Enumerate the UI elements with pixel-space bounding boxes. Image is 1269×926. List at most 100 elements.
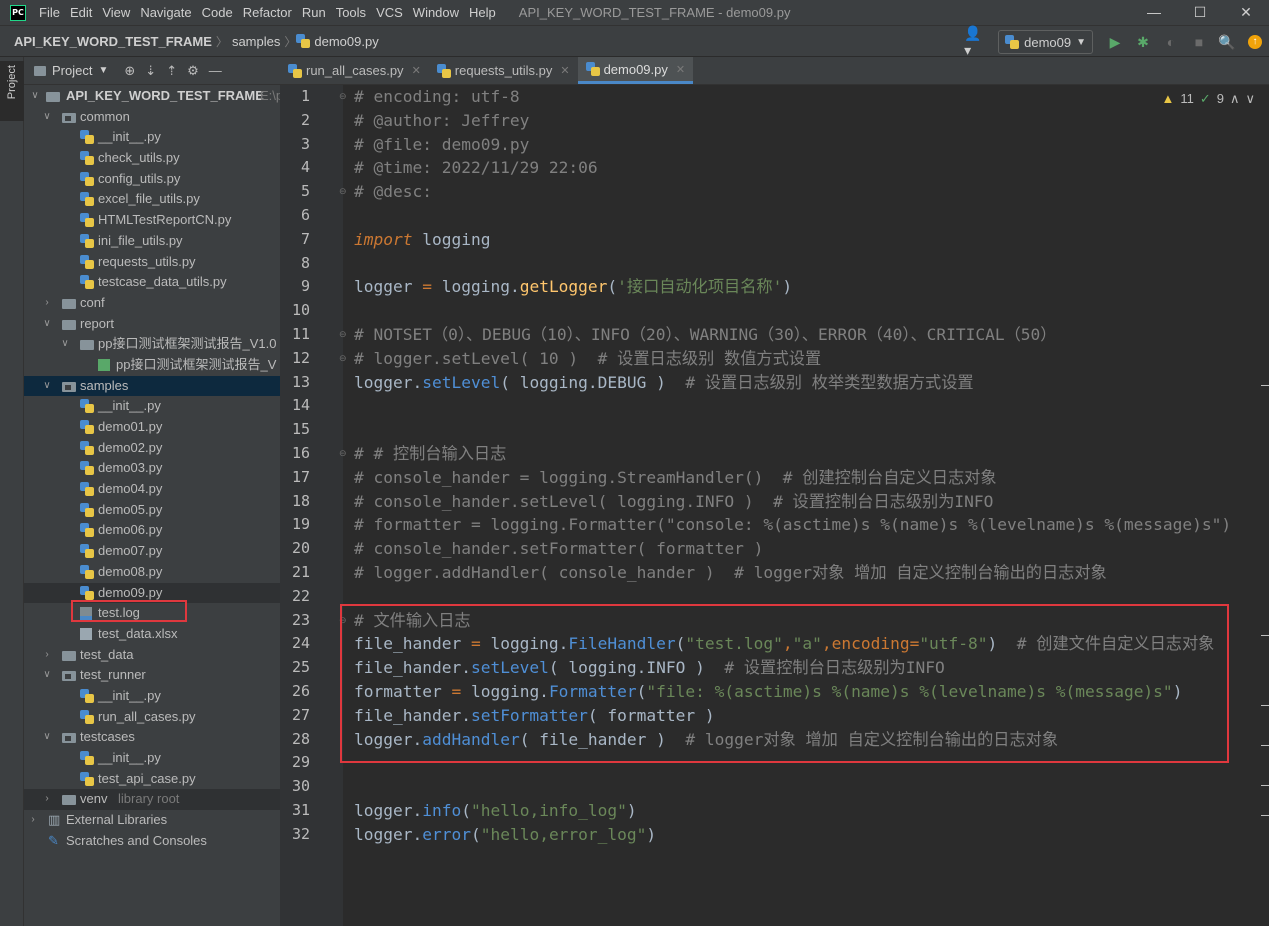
scrollbar-marker[interactable] bbox=[1261, 815, 1269, 816]
code-line[interactable]: # console_hander.setFormatter( formatter… bbox=[354, 537, 763, 561]
tree-folder[interactable]: ∨ testcases bbox=[24, 727, 280, 748]
code-line[interactable]: # @desc: bbox=[354, 180, 432, 204]
tree-file[interactable]: demo05.py bbox=[24, 500, 280, 521]
close-button[interactable]: ✕ bbox=[1223, 0, 1269, 25]
menu-vcs[interactable]: VCS bbox=[371, 0, 408, 25]
tree-folder[interactable]: ∨ report bbox=[24, 314, 280, 335]
code-line[interactable]: # formatter = logging.Formatter("console… bbox=[354, 513, 1231, 537]
chevron-down-icon[interactable]: ▼ bbox=[98, 65, 108, 76]
tree-file[interactable]: demo08.py bbox=[24, 562, 280, 583]
menu-edit[interactable]: Edit bbox=[65, 0, 97, 25]
code-line[interactable]: # console_hander = logging.StreamHandler… bbox=[354, 466, 997, 490]
chevron-up-icon[interactable]: ∧ bbox=[1230, 91, 1240, 107]
breadcrumb-file[interactable]: demo09.py bbox=[310, 34, 382, 49]
scrollbar-marker[interactable] bbox=[1261, 745, 1269, 746]
tree-folder[interactable]: › venv library root bbox=[24, 789, 280, 811]
fold-icon[interactable]: ⊖ bbox=[339, 187, 348, 196]
chevron-down-icon[interactable]: ∨ bbox=[1245, 91, 1255, 107]
scrollbar-marker[interactable] bbox=[1261, 385, 1269, 386]
menu-tools[interactable]: Tools bbox=[331, 0, 371, 25]
menu-navigate[interactable]: Navigate bbox=[135, 0, 196, 25]
breadcrumb-project[interactable]: API_KEY_WORD_TEST_FRAME bbox=[0, 34, 216, 49]
menu-run[interactable]: Run bbox=[297, 0, 331, 25]
code-line[interactable]: logger.info("hello,info_log") bbox=[354, 799, 637, 823]
tree-file[interactable]: ini_file_utils.py bbox=[24, 231, 280, 252]
tree-file[interactable]: demo04.py bbox=[24, 479, 280, 500]
close-icon[interactable]: ✕ bbox=[676, 63, 685, 76]
code-line[interactable]: logger.setLevel( logging.DEBUG ) # 设置日志级… bbox=[354, 371, 974, 395]
fold-icon[interactable]: ⊖ bbox=[339, 449, 348, 458]
collapse-all-icon[interactable]: ⇡ bbox=[166, 63, 177, 79]
tab-run-all-cases-py[interactable]: run_all_cases.py ✕ bbox=[280, 57, 429, 84]
chevron-down-icon[interactable]: ∨ bbox=[42, 727, 52, 748]
chevron-right-icon[interactable]: › bbox=[42, 293, 52, 314]
tree-folder[interactable]: › test_data bbox=[24, 645, 280, 666]
tree-file[interactable]: __init__.py bbox=[24, 396, 280, 417]
project-tool-tab[interactable]: Project bbox=[0, 61, 24, 121]
tree-file[interactable]: test_data.xlsx bbox=[24, 624, 280, 645]
tree-folder[interactable]: ∨ samples bbox=[24, 375, 280, 397]
menu-help[interactable]: Help bbox=[464, 0, 501, 25]
chevron-right-icon[interactable]: › bbox=[42, 789, 52, 810]
fold-icon[interactable]: ⊖ bbox=[339, 92, 348, 101]
chevron-down-icon[interactable]: ∨ bbox=[42, 107, 52, 128]
locate-icon[interactable]: ⊕ bbox=[124, 63, 135, 79]
tree-folder[interactable]: ∨ common bbox=[24, 107, 280, 128]
tree-file[interactable]: demo06.py bbox=[24, 520, 280, 541]
expand-all-icon[interactable]: ⇣ bbox=[145, 63, 156, 79]
run-icon[interactable]: ▶ bbox=[1103, 30, 1127, 54]
chevron-down-icon[interactable]: ∨ bbox=[42, 376, 52, 397]
tree-file[interactable]: __init__.py bbox=[24, 686, 280, 707]
coverage-icon[interactable]: ◐ bbox=[1159, 30, 1183, 54]
debug-icon[interactable]: ✱ bbox=[1131, 30, 1155, 54]
code-line[interactable]: # @file: demo09.py bbox=[354, 133, 529, 157]
tree-file[interactable]: check_utils.py bbox=[24, 148, 280, 169]
project-view-label[interactable]: Project bbox=[52, 63, 92, 78]
user-icon[interactable]: 👤▾ bbox=[964, 25, 988, 58]
tree-file[interactable]: demo07.py bbox=[24, 541, 280, 562]
tab-requests-utils-py[interactable]: requests_utils.py ✕ bbox=[429, 57, 578, 84]
tree-file[interactable]: HTMLTestReportCN.py bbox=[24, 210, 280, 231]
chevron-right-icon[interactable]: › bbox=[28, 810, 38, 831]
tree-file[interactable]: demo02.py bbox=[24, 438, 280, 459]
tree-file[interactable]: excel_file_utils.py bbox=[24, 189, 280, 210]
code-line[interactable]: import logging bbox=[354, 228, 490, 252]
code-editor[interactable]: # encoding: utf-8 ⊖ # @author: Jeffrey # @f… bbox=[339, 85, 1269, 926]
code-line[interactable]: # console_hander.setLevel( logging.INFO … bbox=[354, 490, 993, 514]
breadcrumb-folder[interactable]: samples bbox=[228, 34, 284, 49]
gear-icon[interactable]: ⚙ bbox=[187, 63, 199, 79]
fold-icon[interactable]: ⊖ bbox=[339, 353, 348, 363]
tree-folder[interactable]: ∨ test_runner bbox=[24, 665, 280, 686]
tree-root[interactable]: ∨ API_KEY_WORD_TEST_FRAME E:\p bbox=[24, 86, 280, 107]
close-icon[interactable]: ✕ bbox=[412, 64, 421, 77]
tree-file[interactable]: testcase_data_utils.py bbox=[24, 272, 280, 293]
close-icon[interactable]: ✕ bbox=[560, 64, 569, 77]
tree-file[interactable]: demo03.py bbox=[24, 458, 280, 479]
tree-file[interactable]: config_utils.py bbox=[24, 169, 280, 190]
tree-file[interactable]: __init__.py bbox=[24, 127, 280, 148]
menu-view[interactable]: View bbox=[97, 0, 135, 25]
scrollbar-marker[interactable] bbox=[1261, 635, 1269, 636]
tree-file[interactable]: run_all_cases.py bbox=[24, 707, 280, 728]
chevron-down-icon[interactable]: ∨ bbox=[42, 314, 52, 335]
minimize-button[interactable]: — bbox=[1131, 0, 1177, 25]
code-line[interactable]: logger = logging.getLogger('接口自动化项目名称') bbox=[354, 275, 792, 299]
chevron-right-icon[interactable]: › bbox=[42, 645, 52, 666]
code-line[interactable]: # encoding: utf-8 bbox=[354, 85, 520, 109]
tree-file[interactable]: pp接口测试框架测试报告_V bbox=[24, 355, 280, 376]
search-icon[interactable]: 🔍 bbox=[1215, 30, 1239, 54]
maximize-button[interactable]: ☐ bbox=[1177, 0, 1223, 25]
code-line[interactable]: # @author: Jeffrey bbox=[354, 109, 529, 133]
menu-refactor[interactable]: Refactor bbox=[238, 0, 297, 25]
code-line[interactable]: # NOTSET（0）、DEBUG（10）、INFO（20）、WARNING（3… bbox=[354, 323, 1056, 347]
inspection-widget[interactable]: ▲ 11 ✓ 9 ∧ ∨ bbox=[1161, 91, 1255, 107]
update-icon[interactable]: ↑ bbox=[1243, 30, 1267, 54]
hide-icon[interactable]: — bbox=[209, 63, 222, 79]
code-line[interactable]: # logger.addHandler( console_hander ) # … bbox=[354, 561, 1107, 585]
tree-file[interactable]: › ▥ External Libraries bbox=[24, 810, 280, 831]
tree-folder[interactable]: ∨ pp接口测试框架测试报告_V1.0 bbox=[24, 334, 280, 355]
tab-demo09-py[interactable]: demo09.py ✕ bbox=[577, 57, 694, 84]
code-line[interactable]: logger.error("hello,error_log") bbox=[354, 823, 656, 847]
tree-file[interactable]: ✎ Scratches and Consoles bbox=[24, 831, 280, 852]
tree-file[interactable]: test_api_case.py bbox=[24, 769, 280, 790]
